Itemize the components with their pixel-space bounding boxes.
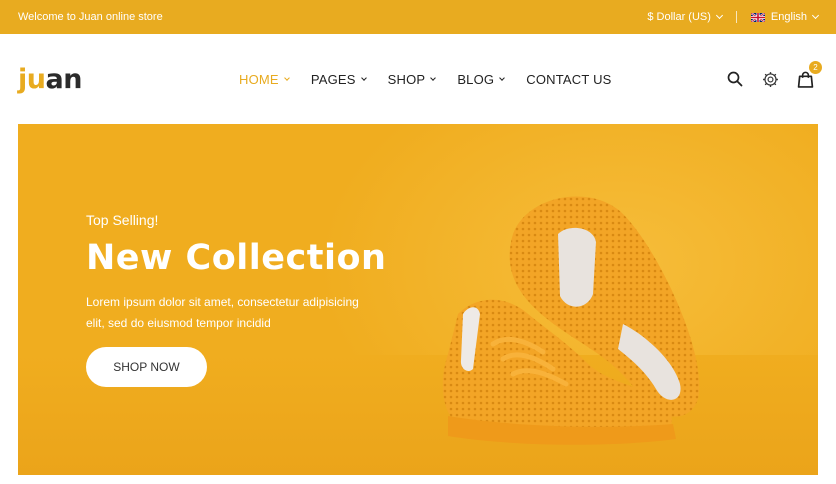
chevron-down-icon [360,74,367,81]
nav-item-home[interactable]: HOME [239,71,290,87]
nav-item-label: HOME [239,71,279,87]
currency-selector[interactable]: $ Dollar (US) [647,11,723,23]
hero-banner: Top Selling! New Collection Lorem ipsum … [18,124,818,475]
cart-button[interactable]: 2 [796,61,822,88]
language-label: English [770,11,807,23]
nav-item-label: PAGES [310,71,356,87]
search-button[interactable] [726,70,744,88]
top-bar-right: $ Dollar (US) English [647,11,820,23]
top-bar: Welcome to Juan online store $ Dollar (U… [0,0,836,34]
logo-part-accent: ju [18,63,46,95]
header-icons: 2 [726,34,822,124]
hero-text: Top Selling! New Collection Lorem ipsum … [86,212,386,334]
main-nav: HOME PAGES SHOP BLOG CONTACT US [239,34,612,124]
nav-item-label: SHOP [387,71,426,87]
chevron-down-icon [499,74,506,81]
sneaker-image [442,196,700,445]
nav-item-blog[interactable]: BLOG [457,71,506,87]
search-icon [727,71,743,87]
nav-item-label: CONTACT US [526,71,612,87]
shop-now-button[interactable]: SHOP NOW [86,347,207,387]
currency-label: $ Dollar (US) [647,11,711,23]
nav-item-contact[interactable]: CONTACT US [526,72,611,87]
settings-button[interactable] [761,70,779,88]
logo-part-dark: an [45,63,82,95]
shopping-bag-icon [797,71,813,88]
chevron-down-icon [715,11,723,20]
uk-flag-icon [750,12,765,22]
divider [735,11,737,23]
cart-count-badge: 2 [809,61,822,74]
nav-item-pages[interactable]: PAGES [310,71,367,87]
chevron-down-icon [811,11,820,20]
language-selector[interactable]: English [750,11,820,23]
hero-subtitle: Top Selling! [86,212,159,228]
nav-item-label: BLOG [457,71,495,87]
hero-title: New Collection [86,238,387,278]
hero-description: Lorem ipsum dolor sit amet, consectetur … [86,295,359,330]
welcome-text: Welcome to Juan online store [18,11,163,23]
gear-icon [762,71,778,87]
header: juan HOME PAGES SHOP BLOG CONTACT US 2 [0,34,836,124]
chevron-down-icon [283,74,290,81]
logo[interactable]: juan [18,64,82,95]
chevron-down-icon [430,74,437,81]
nav-item-shop[interactable]: SHOP [387,71,437,87]
